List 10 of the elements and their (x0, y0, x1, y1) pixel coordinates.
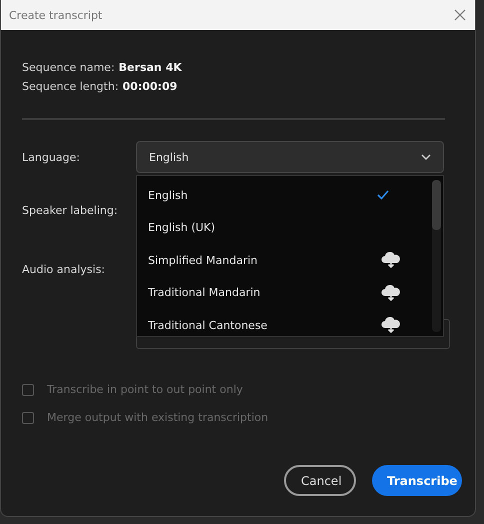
field-label: Sequence name: (22, 61, 115, 74)
field-value: Bersan 4K (118, 61, 182, 74)
checkbox-label: Merge output with existing transcription (47, 411, 268, 424)
field-value: 00:00:09 (122, 80, 178, 93)
field-label: Sequence length: (22, 80, 119, 93)
field-label: Speaker labeling: (22, 204, 119, 216)
checkbox-label: Transcribe in point to out point only (47, 383, 243, 396)
window-title: Create transcript (9, 8, 102, 22)
field-label: Audio analysis: (22, 262, 106, 276)
field-label: Language: (22, 150, 81, 164)
